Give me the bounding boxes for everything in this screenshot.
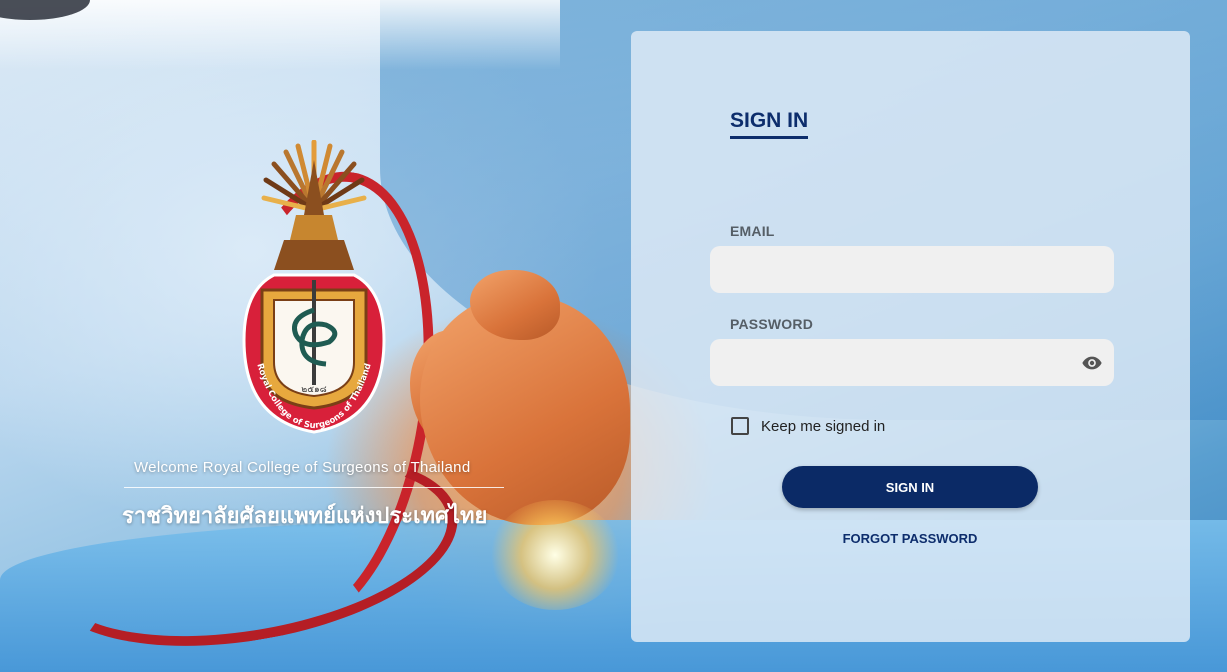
college-crest-logo: ๒๕๑๘ Royal College of Surgeons of Thaila… xyxy=(242,140,386,434)
keep-signed-in-option[interactable]: Keep me signed in xyxy=(731,416,885,436)
keep-signed-in-checkbox[interactable] xyxy=(731,417,749,435)
login-page: ๒๕๑๘ Royal College of Surgeons of Thaila… xyxy=(0,0,1227,672)
svg-text:๒๕๑๘: ๒๕๑๘ xyxy=(301,385,326,395)
keep-signed-in-label: Keep me signed in xyxy=(761,417,886,435)
forgot-password-link[interactable]: FORGOT PASSWORD xyxy=(782,531,1038,546)
eye-icon[interactable] xyxy=(1081,352,1103,374)
password-label: PASSWORD xyxy=(730,316,814,332)
email-field[interactable] xyxy=(710,246,1114,293)
sign-in-button[interactable]: SIGN IN xyxy=(782,466,1038,508)
email-label: EMAIL xyxy=(730,223,775,239)
college-thai-name: ราชวิทยาลัยศัลยแพทย์แห่งประเทศไทย xyxy=(122,503,488,528)
background-drape-top xyxy=(0,0,560,70)
welcome-message: Welcome Royal College of Surgeons of Tha… xyxy=(134,459,471,476)
branding-divider xyxy=(124,487,504,488)
signin-panel: SIGN IN EMAIL PASSWORD Keep me signed in… xyxy=(631,31,1190,642)
password-field[interactable] xyxy=(710,339,1114,386)
signin-title: SIGN IN xyxy=(730,109,809,139)
